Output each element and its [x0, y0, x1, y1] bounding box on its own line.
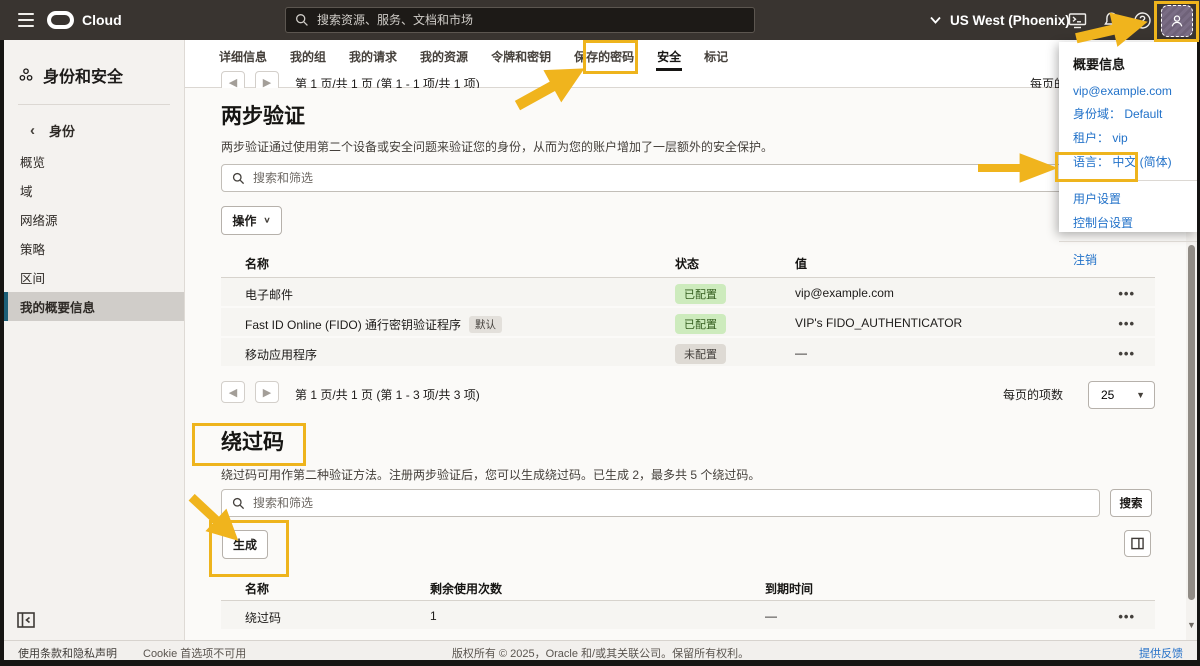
- tab-tags[interactable]: 标记: [703, 40, 729, 71]
- sidebar-item-my-profile[interactable]: 我的概要信息: [4, 292, 184, 321]
- row-actions-icon[interactable]: •••: [1118, 609, 1135, 624]
- table-row[interactable]: 电子邮件 已配置 vip@example.com •••: [221, 278, 1155, 308]
- next-page-button[interactable]: ▶: [255, 381, 279, 403]
- brand-label: Cloud: [82, 12, 122, 28]
- status-badge: 已配置: [675, 314, 726, 334]
- user-settings-link[interactable]: 用户设置: [1059, 187, 1197, 211]
- row-actions-icon[interactable]: •••: [1118, 286, 1135, 301]
- sidebar-item-overview[interactable]: 概览: [4, 147, 184, 176]
- tab-bar: 详细信息 我的组 我的请求 我的资源 令牌和密钥 保存的密码 安全 标记: [185, 40, 1186, 71]
- hamburger-menu-icon[interactable]: [18, 13, 34, 27]
- table-header: 名称 剩余使用次数 到期时间: [221, 571, 1155, 601]
- default-tag: 默认: [469, 316, 502, 333]
- region-label: US West (Phoenix): [950, 13, 1070, 28]
- sidebar-back-label: 身份: [49, 121, 75, 140]
- sidebar-item-network-sources[interactable]: 网络源: [4, 205, 184, 234]
- profile-email-link[interactable]: vip@example.com: [1059, 81, 1197, 102]
- per-page-select[interactable]: 25▼: [1088, 381, 1155, 409]
- notifications-bell-icon[interactable]: [1102, 11, 1121, 30]
- table-row[interactable]: 绕过码 1 — •••: [221, 601, 1155, 631]
- two-step-description: 两步验证通过使用第二个设备或安全问题来验证您的身份，从而为您的账户增加了一层额外…: [221, 138, 773, 155]
- tab-my-groups[interactable]: 我的组: [289, 40, 327, 71]
- search-icon: [232, 172, 245, 185]
- status-badge: 已配置: [675, 284, 726, 304]
- chevron-down-icon: ▼: [1136, 390, 1145, 400]
- two-step-table: 名称 状态 值 电子邮件 已配置 vip@example.com ••• Fas…: [221, 246, 1155, 368]
- per-page-label: 每页的项数: [1003, 386, 1063, 403]
- sidebar: 身份和安全 ‹ 身份 概览 域 网络源 策略 区间 我的概要信息: [4, 40, 185, 640]
- pagination-text: 第 1 页/共 1 页 (第 1 - 3 项/共 3 项): [295, 386, 480, 403]
- sidebar-title: 身份和安全: [4, 40, 184, 88]
- footer: 使用条款和隐私声明 Cookie 首选项不可用 版权所有 © 2025，Orac…: [4, 640, 1197, 660]
- row-actions-icon[interactable]: •••: [1118, 346, 1135, 361]
- sidebar-back-identity[interactable]: ‹ 身份: [30, 119, 184, 141]
- topbar: Cloud US West (Phoenix): [0, 0, 1200, 40]
- console-settings-link[interactable]: 控制台设置: [1059, 211, 1197, 235]
- sidebar-item-policies[interactable]: 策略: [4, 234, 184, 263]
- tab-tokens-keys[interactable]: 令牌和密钥: [490, 40, 552, 71]
- feedback-link[interactable]: 提供反馈: [1139, 645, 1183, 661]
- table-row[interactable]: Fast ID Online (FIDO) 通行密钥验证程序默认 已配置 VIP…: [221, 308, 1155, 338]
- help-icon[interactable]: [1133, 11, 1152, 30]
- two-step-search-input[interactable]: [253, 171, 1144, 185]
- copyright-text: 版权所有 © 2025，Oracle 和/或其关联公司。保留所有权利。: [4, 645, 1197, 661]
- global-search-input[interactable]: [317, 13, 745, 27]
- two-step-search[interactable]: [221, 164, 1155, 192]
- row-actions-icon[interactable]: •••: [1118, 316, 1135, 331]
- identity-security-icon: [18, 67, 34, 83]
- bypass-table: 名称 剩余使用次数 到期时间 绕过码 1 — •••: [221, 571, 1155, 631]
- column-selector-button[interactable]: [1124, 530, 1151, 557]
- tab-bar-band: 详细信息 我的组 我的请求 我的资源 令牌和密钥 保存的密码 安全 标记 ◀ ▶…: [185, 40, 1186, 88]
- oracle-cloud-console: Cloud US West (Phoenix) 身份和安全 ‹ 身份 概览 域: [0, 0, 1200, 666]
- tab-details[interactable]: 详细信息: [218, 40, 268, 71]
- status-badge: 未配置: [675, 344, 726, 364]
- bypass-description: 绕过码可用作第二种验证方法。注册两步验证后，您可以生成绕过码。已生成 2，最多共…: [221, 466, 760, 483]
- sidebar-items: 概览 域 网络源 策略 区间 我的概要信息: [4, 147, 184, 321]
- search-icon: [232, 497, 245, 510]
- person-icon: [1169, 13, 1185, 29]
- user-avatar[interactable]: [1161, 5, 1193, 37]
- identity-domain-link[interactable]: 身份域： Default: [1059, 102, 1197, 126]
- table-row[interactable]: 移动应用程序 未配置 — •••: [221, 338, 1155, 368]
- table-header: 名称 状态 值: [221, 246, 1155, 278]
- cloud-shell-icon[interactable]: [1068, 11, 1087, 30]
- tab-saved-passwords[interactable]: 保存的密码: [573, 40, 635, 71]
- bypass-search[interactable]: [221, 489, 1100, 517]
- region-selector[interactable]: US West (Phoenix): [930, 0, 1070, 40]
- divider: [1059, 180, 1197, 181]
- sidebar-title-label: 身份和安全: [43, 63, 123, 87]
- tab-my-resources[interactable]: 我的资源: [419, 40, 469, 71]
- sidebar-item-domains[interactable]: 域: [4, 176, 184, 205]
- generate-button[interactable]: 生成: [222, 530, 268, 559]
- global-search[interactable]: [285, 7, 755, 33]
- columns-icon: [1131, 537, 1144, 550]
- tenancy-link[interactable]: 租户： vip: [1059, 126, 1197, 150]
- chevron-down-icon: [930, 16, 941, 24]
- scrollbar-thumb[interactable]: [1188, 245, 1195, 600]
- chevron-left-icon: ‹: [30, 123, 35, 138]
- main-content: 两步验证 两步验证通过使用第二个设备或安全问题来验证您的身份，从而为您的账户增加…: [185, 88, 1186, 640]
- language-link[interactable]: 语言： 中文 (简体): [1059, 150, 1197, 174]
- scrollbar-down-arrow[interactable]: ▼: [1187, 620, 1196, 630]
- two-step-title: 两步验证: [221, 100, 305, 130]
- profile-menu-heading: 概要信息: [1059, 52, 1197, 81]
- search-icon: [295, 13, 309, 27]
- chevron-down-icon: ∨: [263, 216, 270, 225]
- sign-out-link[interactable]: 注销: [1059, 248, 1197, 272]
- actions-button[interactable]: 操作∨: [221, 206, 282, 235]
- profile-dropdown: 概要信息 vip@example.com 身份域： Default 租户： vi…: [1059, 42, 1197, 232]
- oracle-logo[interactable]: [47, 11, 74, 29]
- tab-my-requests[interactable]: 我的请求: [348, 40, 398, 71]
- bypass-title: 绕过码: [221, 426, 284, 456]
- tab-security[interactable]: 安全: [656, 40, 682, 71]
- prev-page-button[interactable]: ◀: [221, 381, 245, 403]
- divider: [18, 104, 170, 105]
- collapse-sidebar-icon[interactable]: [16, 610, 36, 630]
- bypass-search-input[interactable]: [253, 496, 1089, 510]
- search-button[interactable]: 搜索: [1110, 489, 1152, 517]
- divider: [1059, 241, 1197, 242]
- sidebar-item-compartments[interactable]: 区间: [4, 263, 184, 292]
